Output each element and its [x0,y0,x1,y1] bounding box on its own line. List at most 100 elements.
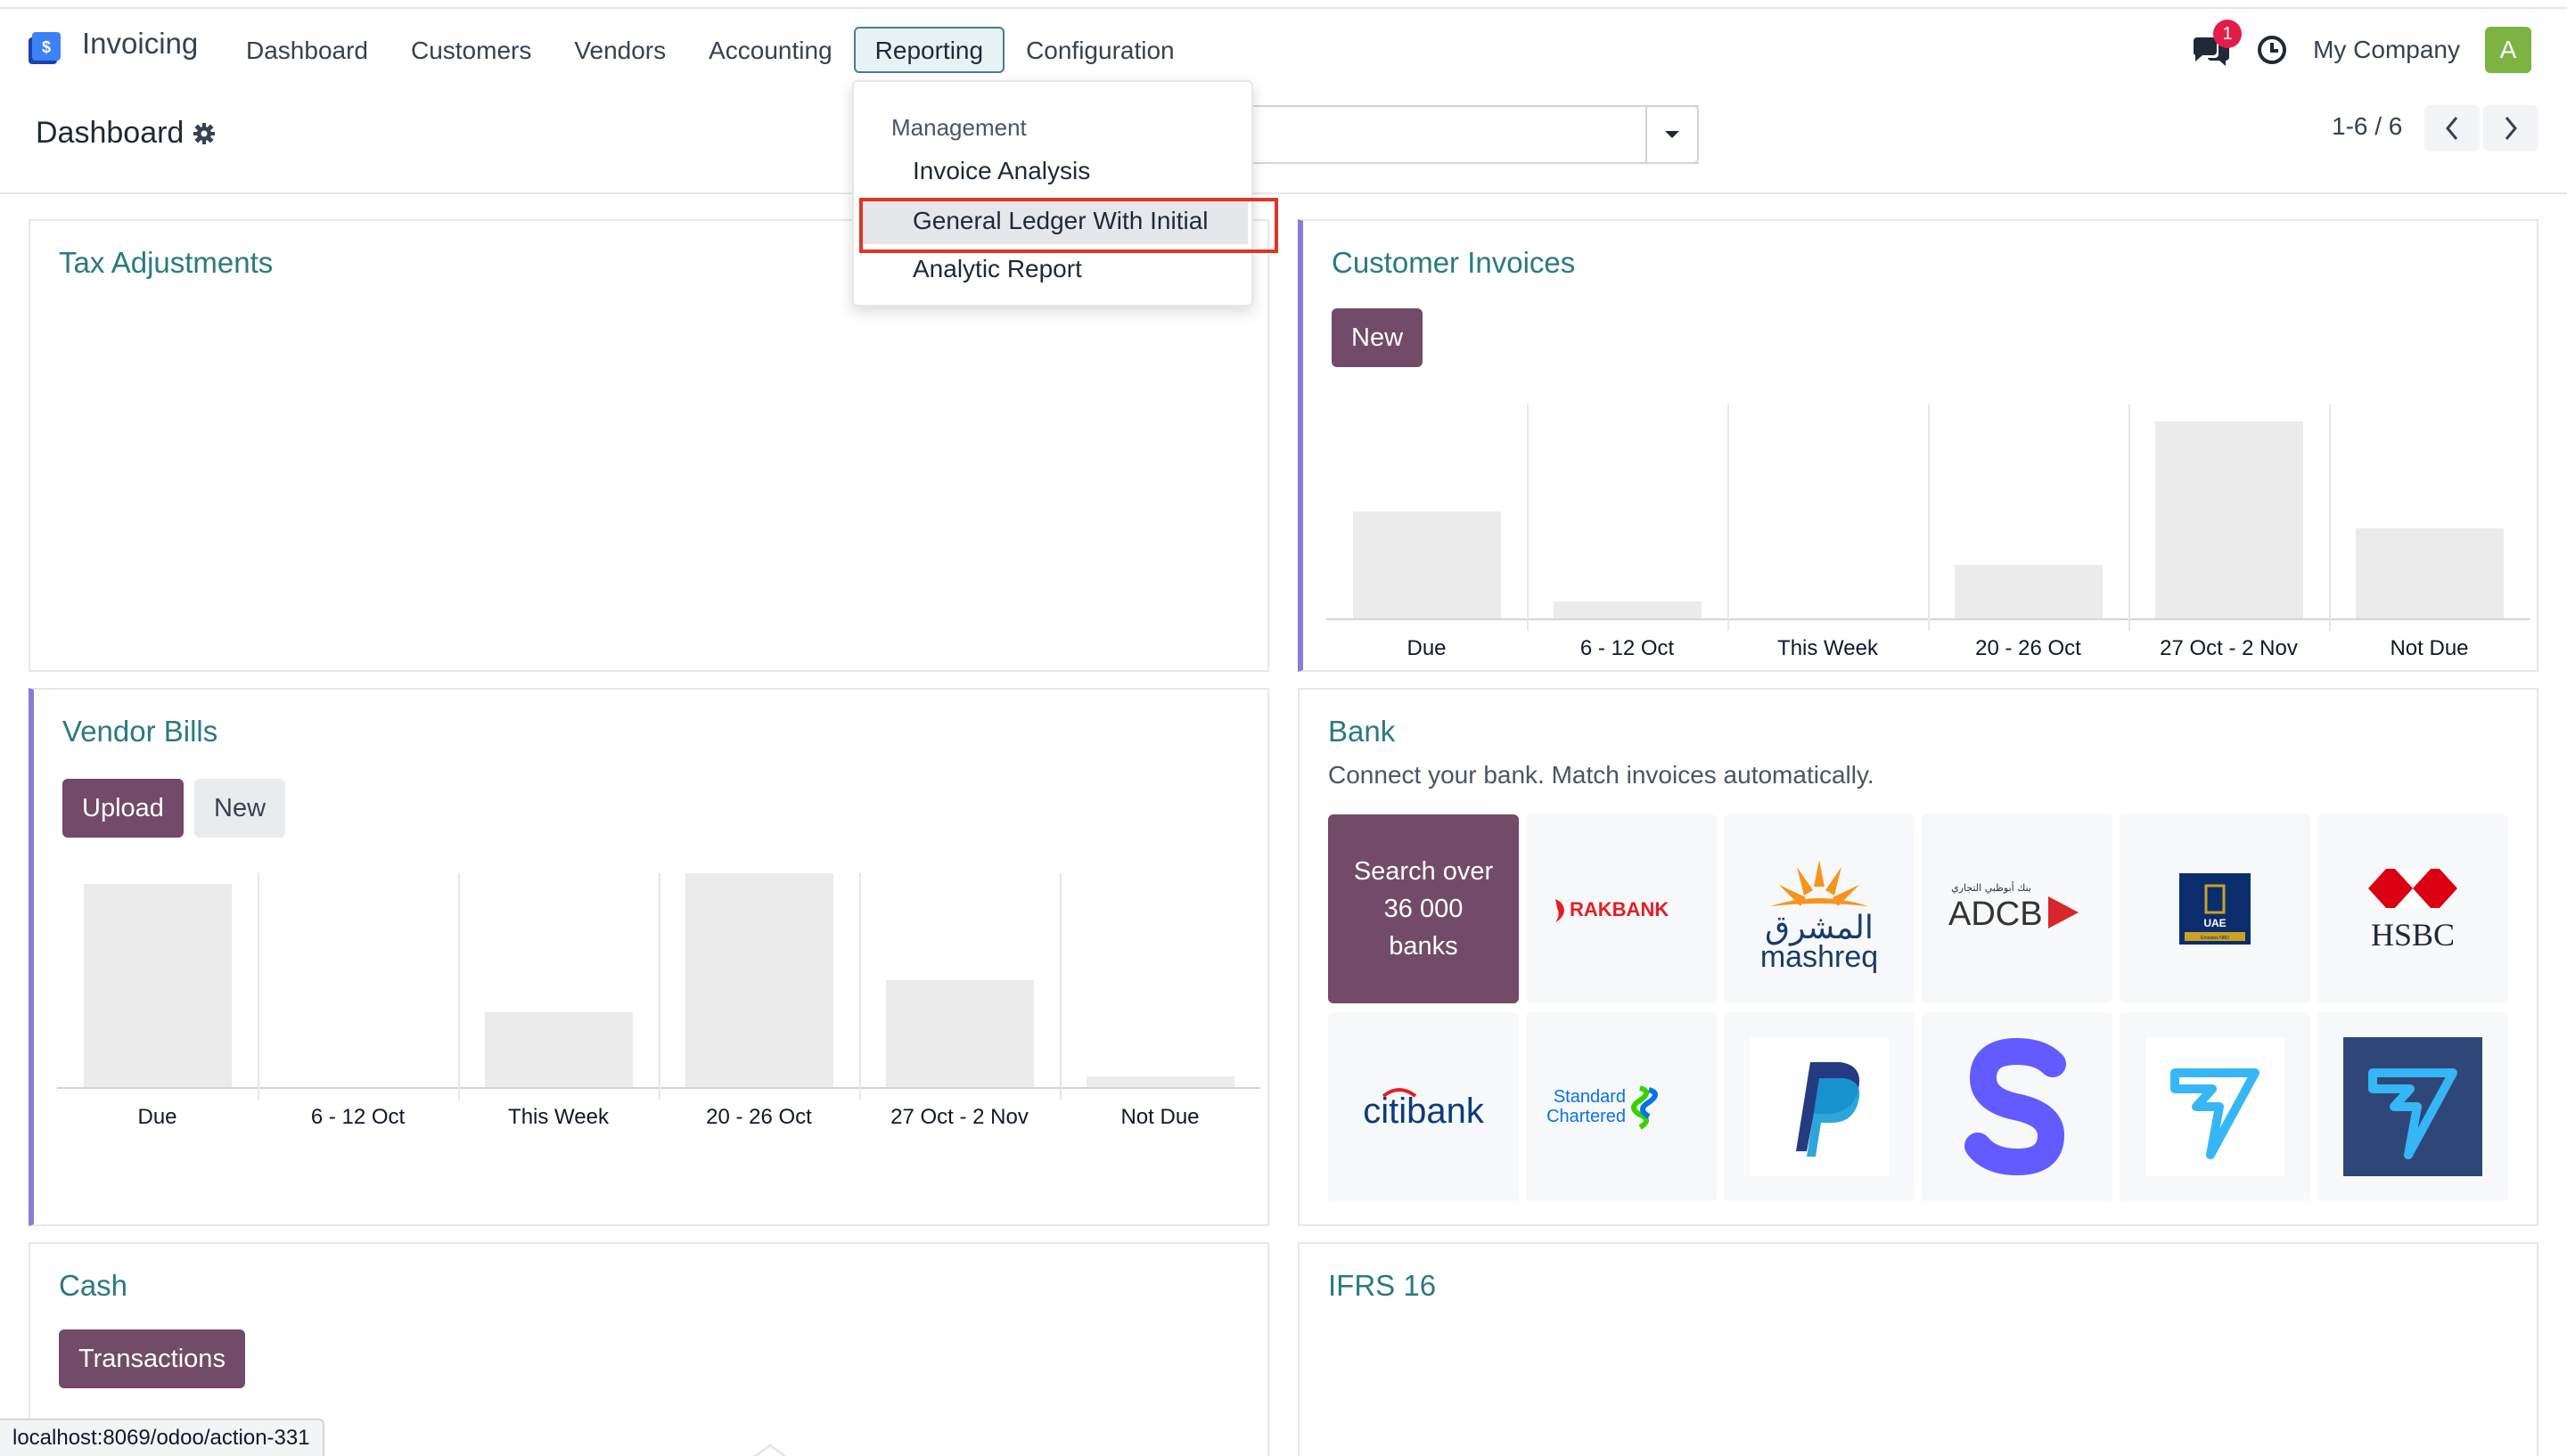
pager-value[interactable]: 1-6 / 6 [2332,112,2402,141]
chart-bar[interactable] [1553,601,1702,618]
activity-clock-icon[interactable] [2256,34,2288,66]
customer-invoices-chart: Due 6 - 12 Oct This Week 20 - 26 Oct 27 Oct … [1326,405,2530,663]
stripe-s-logo [1964,1037,2066,1176]
search-banks-line-1: Search over [1353,857,1494,886]
hsbc-text: HSBC [2371,917,2455,953]
customer-invoices-title[interactable]: Customer Invoices [1332,246,1575,280]
bank-card: Bank Connect your bank. Match invoices a… [1298,688,2538,1226]
company-switcher[interactable]: My Company [2313,36,2460,64]
mashreq-logo: المشرق mashreq [1760,860,1878,974]
bank-tile-citibank[interactable]: citibank [1328,1012,1519,1201]
user-avatar[interactable]: A [2485,27,2531,73]
chart-bar[interactable] [1352,511,1501,618]
standard-chartered-text-2: Chartered [1546,1107,1626,1126]
bank-tile-mashreq[interactable]: المشرق mashreq [1724,814,1915,1003]
messaging-button[interactable]: 1 [2190,20,2243,68]
uae-small-text: Emirates NBD [2201,936,2229,941]
menu-reporting[interactable]: Reporting [853,27,1005,73]
top-border [0,0,2567,9]
bank-tile-stripe[interactable] [1922,1012,2112,1201]
chart-column-separator [1727,405,1729,631]
menu-item-analytic-report[interactable]: Analytic Report [913,255,1082,283]
chart-column-separator [2128,405,2130,631]
uae-text: UAE [2203,917,2226,929]
chart-column-separator [1928,405,1930,631]
reporting-dropdown-menu: Management Invoice Analysis General Ledg… [852,80,1253,307]
vendor-bills-card: Vendor Bills Upload New Due 6 - 12 Oct Thi… [29,688,1269,1226]
wise-dark-bg [2343,1037,2482,1176]
menu-dashboard[interactable]: Dashboard [225,27,390,73]
vendor-bill-new-button[interactable]: New [194,779,286,838]
rakbank-text: RAKBANK [1570,898,1669,920]
invoicing-app-icon[interactable]: $ [25,30,64,70]
bank-tile-wise-light[interactable] [2120,1012,2310,1201]
bank-tile-standard-chartered[interactable]: Standard Chartered [1526,1012,1717,1201]
chart-column-separator [1527,405,1529,631]
menu-vendors[interactable]: Vendors [553,27,687,73]
chart-x-tick-label: 6 - 12 Oct [310,1105,406,1129]
chart-column-separator [859,873,861,1100]
chart-column-separator [258,873,259,1100]
caret-down-icon [1665,131,1679,138]
wise-light-bg [2145,1037,2284,1176]
chart-x-tick-label: This Week [508,1105,609,1129]
customer-invoices-card: Customer Invoices New Due 6 - 12 Oct This … [1298,219,2538,672]
bank-tile-uae[interactable]: UAE Emirates NBD [2120,814,2310,1003]
notification-badge: 1 [2213,20,2243,48]
chart-bar[interactable] [484,1012,633,1087]
pager-previous-button[interactable] [2424,105,2480,151]
chart-column-separator [659,873,660,1100]
svg-text:$: $ [42,38,51,56]
search-options-toggle[interactable] [1645,105,1699,164]
chart-bar[interactable] [83,884,232,1087]
citibank-text: citibank [1363,1092,1485,1131]
vendor-bills-title[interactable]: Vendor Bills [62,715,217,748]
menu-configuration[interactable]: Configuration [1005,27,1196,73]
menu-accounting[interactable]: Accounting [687,27,854,73]
hsbc-logo: HSBC [2368,869,2457,953]
chart-x-tick-label: Not Due [2390,636,2469,660]
chart-x-tick-label: 6 - 12 Oct [1579,636,1675,660]
search-banks-line-3: banks [1389,932,1458,961]
chart-bar[interactable] [1086,1076,1234,1087]
tax-adjustments-title[interactable]: Tax Adjustments [59,246,273,280]
bank-tile-rakbank[interactable]: RAKBANK [1526,814,1717,1003]
gear-icon[interactable] [193,122,216,145]
vendor-bill-upload-button[interactable]: Upload [62,779,184,838]
chart-bar[interactable] [885,980,1034,1087]
menu-item-invoice-analysis[interactable]: Invoice Analysis [913,157,1090,185]
standard-chartered-logo: Standard Chartered [1546,1085,1658,1130]
adcb-arabic-text: بنك أبوظبي التجاري [1951,881,2031,894]
paypal-logo-bg [1750,1037,1889,1176]
page-title: Dashboard [36,116,185,150]
adcb-logo: بنك أبوظبي التجاري ADCB [1948,881,2079,933]
citibank-logo: citibank [1363,1088,1485,1131]
chart-bar[interactable] [2154,421,2303,618]
app-name[interactable]: Invoicing [82,27,198,61]
search-input[interactable] [1203,105,1699,164]
chart-bar[interactable] [685,873,833,1087]
cash-transactions-button[interactable]: Transactions [59,1329,245,1388]
dropdown-section-management: Management [891,114,1027,141]
cash-title[interactable]: Cash [59,1269,127,1303]
pager-next-button[interactable] [2483,105,2538,151]
bank-tile-hsbc[interactable]: HSBC [2317,814,2508,1003]
menu-customers[interactable]: Customers [390,27,553,73]
uae-bank-logo: UAE Emirates NBD [2179,873,2251,945]
breadcrumb: Dashboard [36,116,216,151]
chart-x-tick-label: This Week [1777,636,1878,660]
ifrs16-title[interactable]: IFRS 16 [1328,1269,1436,1303]
bank-tile-adcb[interactable]: بنك أبوظبي التجاري ADCB [1922,814,2112,1003]
chevron-right-icon [2505,117,2517,140]
customer-invoice-new-button[interactable]: New [1332,308,1423,367]
main-navbar: $ Invoicing Dashboard Customers Vendors … [0,11,2567,87]
bank-tile-paypal[interactable] [1724,1012,1915,1201]
chart-bar[interactable] [1954,565,2103,618]
bank-subtitle: Connect your bank. Match invoices automa… [1328,761,1874,789]
bank-title[interactable]: Bank [1328,715,1395,748]
adcb-text: ADCB [1948,896,2043,933]
bank-tile-wise-dark[interactable] [2317,1012,2508,1201]
search-banks-tile[interactable]: Search over 36 000 banks [1328,814,1519,1003]
chart-bar[interactable] [2355,528,2504,618]
chart-column-separator [1060,873,1062,1100]
